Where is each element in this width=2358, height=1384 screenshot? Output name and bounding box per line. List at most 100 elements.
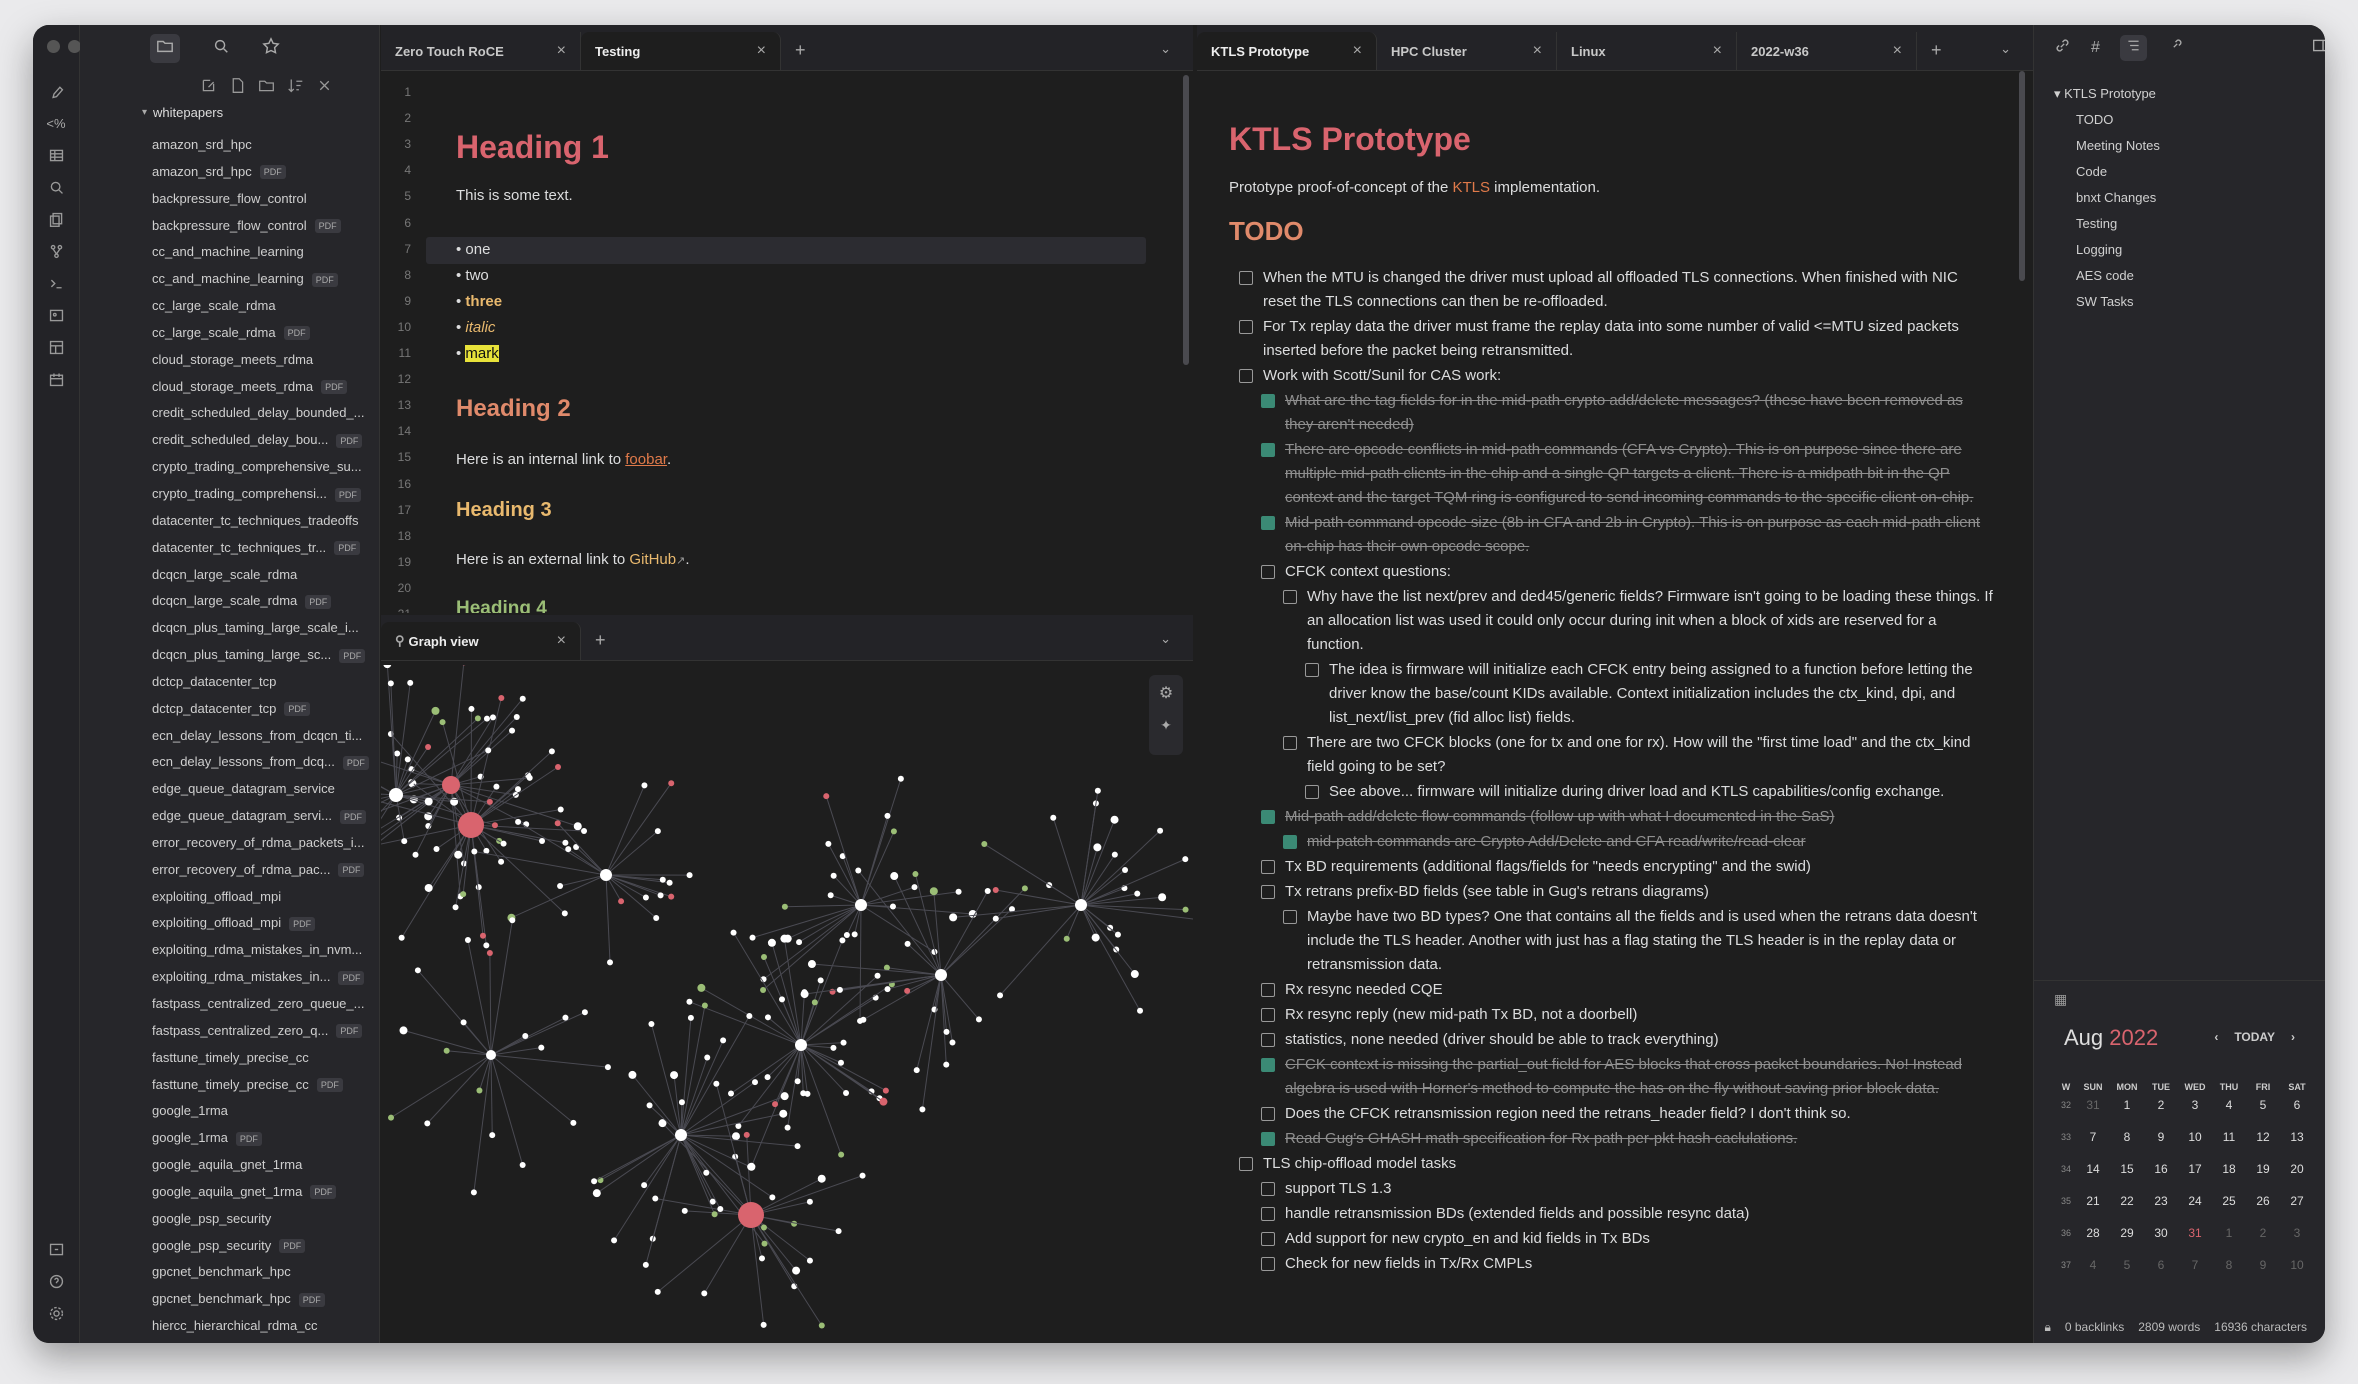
calendar-day[interactable]: 30: [2144, 1221, 2178, 1253]
graph-node[interactable]: [433, 845, 440, 852]
graph-node[interactable]: [398, 934, 405, 941]
calendar-day[interactable]: 18: [2212, 1157, 2246, 1189]
graph-node[interactable]: [839, 937, 846, 944]
file-item[interactable]: dctcp_datacenter_tcp PDF: [80, 696, 379, 723]
graph-node[interactable]: [890, 828, 897, 835]
calendar-day[interactable]: 17: [2178, 1157, 2212, 1189]
graph-node[interactable]: [628, 1070, 637, 1079]
graph-node[interactable]: [460, 891, 467, 898]
close-icon[interactable]: ×: [557, 632, 566, 650]
help-icon[interactable]: [41, 1269, 71, 1293]
graph-node[interactable]: [424, 1120, 431, 1127]
graph-node[interactable]: [746, 1013, 753, 1020]
graph-node[interactable]: [654, 1288, 661, 1295]
graph-hub-node[interactable]: [600, 869, 612, 881]
graph-node[interactable]: [498, 694, 505, 701]
task-checkbox[interactable]: [1261, 565, 1275, 579]
graph-node[interactable]: [424, 883, 433, 892]
graph-hub-node[interactable]: [738, 1202, 764, 1228]
graph-node[interactable]: [835, 1228, 842, 1235]
graph-node[interactable]: [570, 1119, 577, 1126]
graph-node[interactable]: [670, 1071, 679, 1080]
file-item[interactable]: google_1rma PDF: [80, 1125, 379, 1152]
file-item[interactable]: error_recovery_of_rdma_pac... PDF: [80, 857, 379, 884]
layout-icon[interactable]: [41, 335, 71, 359]
calendar-day[interactable]: 12: [2246, 1125, 2280, 1157]
graph-node[interactable]: [747, 1163, 754, 1170]
graph-node[interactable]: [751, 1079, 758, 1086]
file-item[interactable]: fastpass_centralized_zero_q... PDF: [80, 1018, 379, 1045]
graph-node[interactable]: [874, 972, 881, 979]
graph-node[interactable]: [470, 1189, 477, 1196]
outline-item[interactable]: AES code: [2054, 263, 2160, 289]
calendar-day[interactable]: 1: [2212, 1221, 2246, 1253]
graph-node[interactable]: [749, 934, 756, 941]
graph-node[interactable]: [890, 872, 899, 881]
graph-node[interactable]: [1134, 890, 1141, 897]
graph-node[interactable]: [454, 850, 463, 859]
graph-hub-node[interactable]: [935, 969, 947, 981]
graph-hub-node[interactable]: [795, 1039, 807, 1051]
vault-icon[interactable]: [41, 1237, 71, 1261]
external-link[interactable]: GitHub: [629, 551, 676, 568]
graph-hub-node[interactable]: [675, 1129, 687, 1141]
new-file-icon[interactable]: [229, 77, 246, 99]
backlinks-count[interactable]: 0 backlinks: [2065, 1320, 2124, 1335]
graph-node[interactable]: [513, 713, 520, 720]
graph-node[interactable]: [498, 858, 505, 865]
file-item[interactable]: datacenter_tc_techniques_tradeoffs: [80, 508, 379, 535]
internal-link[interactable]: foobar: [625, 451, 667, 468]
graph-node[interactable]: [611, 1237, 618, 1244]
graph-node[interactable]: [1130, 970, 1139, 979]
graph-node[interactable]: [760, 1224, 767, 1231]
task-checkbox[interactable]: [1261, 1257, 1275, 1271]
graph-node[interactable]: [686, 872, 693, 879]
graph-node[interactable]: [399, 1026, 408, 1035]
graph-hub-node[interactable]: [486, 1050, 496, 1060]
table-icon[interactable]: [41, 143, 71, 167]
graph-node[interactable]: [949, 1039, 956, 1046]
task-checkbox[interactable]: [1261, 443, 1275, 457]
graph-node[interactable]: [1182, 856, 1189, 863]
task-checkbox[interactable]: [1283, 736, 1297, 750]
graph-node[interactable]: [767, 938, 776, 947]
graph-node[interactable]: [807, 960, 816, 969]
calendar-day[interactable]: 8: [2110, 1125, 2144, 1157]
task-checkbox[interactable]: [1283, 910, 1297, 924]
graph-node[interactable]: [943, 1028, 950, 1035]
graph-node[interactable]: [1050, 814, 1057, 821]
new-note-icon[interactable]: [200, 77, 217, 99]
outline-item[interactable]: Code: [2054, 159, 2160, 185]
search-icon[interactable]: [41, 175, 71, 199]
graph-node[interactable]: [522, 1032, 529, 1039]
image-icon[interactable]: [41, 303, 71, 327]
outline-icon[interactable]: [2119, 35, 2147, 61]
graph-node[interactable]: [641, 782, 648, 789]
graph-node[interactable]: [431, 706, 440, 715]
graph-node[interactable]: [686, 998, 693, 1005]
graph-node[interactable]: [439, 719, 446, 726]
graph-node[interactable]: [843, 932, 850, 939]
graph-node[interactable]: [817, 977, 824, 984]
graph-node[interactable]: [818, 1322, 825, 1329]
graph-node[interactable]: [830, 872, 837, 879]
sort-icon[interactable]: [287, 77, 304, 99]
graph-node[interactable]: [806, 1257, 813, 1264]
file-item[interactable]: google_psp_security PDF: [80, 1233, 379, 1260]
graph-node[interactable]: [404, 756, 411, 763]
tag-icon[interactable]: #: [2091, 39, 2100, 57]
graph-node[interactable]: [687, 1014, 694, 1021]
graph-node[interactable]: [884, 812, 891, 819]
graph-node[interactable]: [840, 1039, 847, 1046]
file-item[interactable]: google_1rma: [80, 1098, 379, 1125]
graph-node[interactable]: [383, 665, 392, 669]
graph-node[interactable]: [464, 937, 471, 944]
graph-node[interactable]: [884, 986, 891, 993]
graph-node[interactable]: [825, 840, 832, 847]
pen-icon[interactable]: [41, 79, 71, 103]
chevron-down-icon[interactable]: ⌄: [1160, 631, 1171, 647]
new-tab-icon[interactable]: +: [1931, 40, 1942, 61]
graph-node[interactable]: [561, 910, 568, 917]
graph-node[interactable]: [760, 1321, 767, 1328]
calendar-day[interactable]: 22: [2110, 1189, 2144, 1221]
